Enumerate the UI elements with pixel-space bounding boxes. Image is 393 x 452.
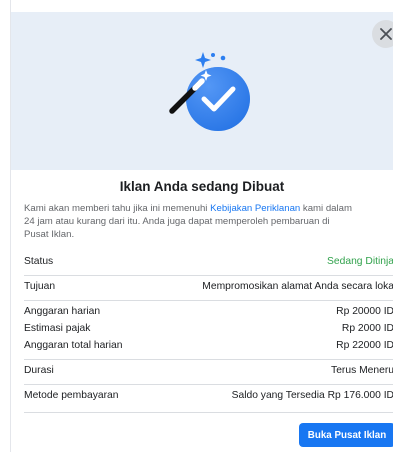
total-budget-label: Anggaran total harian: [24, 340, 123, 351]
tax-row: Estimasi pajak Rp 2000 ID: [24, 323, 393, 337]
objective-value: Mempromosikan alamat Anda secara loka: [202, 281, 393, 292]
dialog-title: Iklan Anda sedang Dibuat: [119, 179, 285, 194]
daily-budget-row: Anggaran harian Rp 20000 ID: [24, 306, 393, 320]
divider: [24, 384, 393, 385]
description-text: kami dalam: [300, 203, 352, 214]
tax-value: Rp 2000 ID: [341, 323, 393, 334]
divider: [24, 412, 393, 413]
divider: [24, 300, 393, 301]
payment-method-label: Metode pembayaran: [24, 390, 119, 401]
daily-budget-value: Rp 20000 ID: [336, 306, 393, 317]
daily-budget-label: Anggaran harian: [24, 306, 101, 317]
description-text: Kami akan memberi tahu jika ini memenuhi: [24, 203, 211, 214]
description-text: 24 jam atau kurang dari itu. Anda juga d…: [24, 216, 330, 227]
objective-label: Tujuan: [24, 281, 56, 292]
payment-method-row: Metode pembayaran Saldo yang Tersedia Rp…: [24, 390, 393, 404]
duration-label: Durasi: [24, 365, 54, 376]
divider: [24, 275, 393, 276]
divider: [24, 359, 393, 360]
ad-policy-link[interactable]: Kebijakan Periklanan: [210, 203, 300, 214]
description-text: Pusat Iklan.: [24, 229, 75, 240]
total-budget-value: Rp 22000 ID: [336, 340, 393, 351]
status-row: Status Sedang Ditinja: [24, 256, 393, 270]
objective-row: Tujuan Mempromosikan alamat Anda secara …: [24, 281, 393, 295]
status-label: Status: [24, 256, 54, 267]
status-value: Sedang Ditinja: [327, 256, 393, 267]
open-ads-center-button[interactable]: Buka Pusat Iklan: [299, 423, 393, 447]
ad-created-dialog: Iklan Anda sedang Dibuat Kami akan membe…: [0, 0, 393, 452]
duration-row: Durasi Terus Meneru: [24, 365, 393, 379]
payment-method-value: Saldo yang Tersedia Rp 176.000 ID: [231, 390, 393, 401]
close-button[interactable]: [372, 20, 393, 48]
tax-label: Estimasi pajak: [24, 323, 91, 334]
total-budget-row: Anggaran total harian Rp 22000 ID: [24, 340, 393, 354]
duration-value: Terus Meneru: [331, 365, 393, 376]
close-icon: [380, 28, 392, 40]
magic-wand-checkmark-icon: [169, 52, 250, 131]
dialog-description: Kami akan memberi tahu jika ini memenuhi…: [24, 202, 393, 241]
